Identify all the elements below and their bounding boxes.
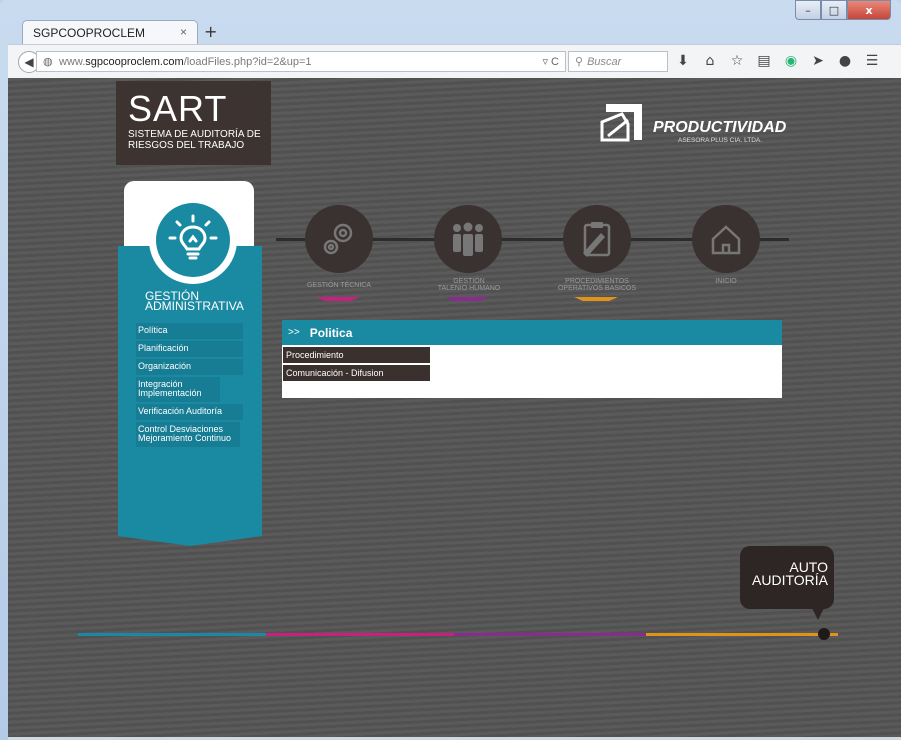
menu-icon[interactable]: ☰ — [865, 53, 879, 69]
gears-icon — [323, 223, 353, 255]
nav-label-line1: GESTIÓN TÉCNICA — [306, 282, 372, 289]
minimize-button[interactable]: – — [795, 0, 821, 20]
sidebar-menu: Política Planificación Organización Inte… — [136, 323, 243, 449]
sidebar-item-integracion[interactable]: Integración Implementación — [136, 377, 220, 402]
sidebar-item-planificacion[interactable]: Planificación — [136, 341, 243, 357]
nav-gestion-tecnica-button[interactable] — [305, 205, 373, 273]
nav-indicator-orange — [574, 297, 618, 301]
panel-arrow: >> — [288, 327, 300, 338]
home-icon[interactable]: ⌂ — [703, 53, 717, 69]
nav-talento-humano-button[interactable] — [434, 205, 502, 273]
page-content: SART SISTEMA DE AUDITORÍA DE RIESGOS DEL… — [8, 78, 901, 737]
people-icon — [453, 222, 483, 256]
bottom-line-purple — [454, 633, 646, 636]
nav-label-gestion-tecnica[interactable]: GESTIÓN TÉCNICA — [294, 282, 384, 289]
lightbulb-icon — [168, 214, 218, 260]
tab-title: SGPCOOPROCLEM — [33, 25, 146, 40]
bottom-line-dot — [818, 628, 830, 640]
sidebar-item-politica[interactable]: Política — [136, 323, 243, 339]
browser-toolbar: ◀ ◍ www. sgpcooproclem.com/loadFiles.php?… — [8, 44, 901, 78]
globe-icon: ◍ — [43, 56, 53, 68]
nav-inicio-button[interactable] — [692, 205, 760, 273]
new-tab-button[interactable]: + — [204, 22, 217, 41]
reload-icon[interactable]: ▿ C — [542, 55, 559, 68]
maximize-button[interactable]: □ — [821, 0, 847, 20]
tab-close-icon[interactable]: × — [180, 25, 187, 39]
download-icon[interactable]: ⬇ — [676, 53, 690, 69]
nav-label-talento-humano[interactable]: GESTIÓN TALENIO HUMANO — [414, 278, 524, 292]
address-bar[interactable]: ◍ www. sgpcooproclem.com/loadFiles.php?id… — [36, 51, 566, 72]
nav-label-line1: INICIO — [715, 278, 737, 285]
search-magnifier-icon: ⚲ — [575, 56, 584, 68]
nav-label-line1: PROCEDIMIENTOS — [565, 278, 629, 285]
nav-indicator-purple — [445, 297, 489, 301]
toolbar-icons: ⬇ ⌂ ☆ ▤ ◉ ➤ ● ☰ — [676, 53, 879, 69]
close-window-button[interactable]: x — [847, 0, 891, 20]
sidebar-item-verificacion[interactable]: Verificación Auditoría — [136, 404, 243, 420]
sidebar-item-control[interactable]: Control Desviaciones Mejoramiento Contin… — [136, 422, 240, 447]
sart-logo[interactable]: SART SISTEMA DE AUDITORÍA DE RIESGOS DEL… — [116, 81, 271, 165]
search-input[interactable]: ⚲ Buscar — [568, 51, 668, 72]
browser-tab[interactable]: SGPCOOPROCLEM × — [22, 20, 198, 44]
bottom-line-orange — [646, 633, 838, 636]
sart-title: SART — [128, 88, 228, 129]
brand-name: PRODUCTIVIDAD — [653, 119, 787, 136]
content-panel: >> Politica Procedimiento Comunicación -… — [282, 320, 782, 398]
panel-title: Politica — [309, 325, 353, 340]
sidebar-title-line2: ADMINISTRATIVA — [145, 299, 244, 313]
auto-speech-tail — [812, 608, 824, 620]
nav-label-line2: TALENIO HUMANO — [437, 285, 501, 292]
panel-item-procedimiento[interactable]: Procedimiento — [283, 347, 430, 363]
extension-icon[interactable]: ◉ — [784, 53, 798, 69]
nav-indicator-magenta — [316, 297, 360, 301]
sart-subtitle-line2: RIESGOS DEL TRABAJO — [128, 140, 245, 151]
bottom-line-teal — [78, 633, 266, 636]
home-icon — [711, 225, 741, 255]
panel-header: >> Politica — [282, 320, 782, 345]
send-icon[interactable]: ➤ — [811, 53, 825, 69]
nav-label-inicio[interactable]: INICIO — [688, 278, 764, 285]
bookmark-star-icon[interactable]: ☆ — [730, 53, 744, 69]
nav-label-procedimientos[interactable]: PROCEDIMIENTOS OPERATIVOS BASICOS — [542, 278, 652, 292]
productividad-logo-icon — [600, 104, 642, 142]
sart-subtitle: SISTEMA DE AUDITORÍA DE RIESGOS DEL TRAB… — [128, 129, 268, 151]
brand-subtitle: ASESORA PLUS CIA. LTDA. — [678, 137, 763, 144]
nav-label-line1: GESTIÓN — [453, 278, 485, 285]
chat-icon[interactable]: ● — [838, 53, 852, 69]
search-placeholder: Buscar — [587, 55, 622, 68]
sidebar-title: GESTIÓN ADMINISTRATIVA — [145, 290, 244, 313]
auto-auditoria-button[interactable]: AUTO AUDITORÍA — [740, 546, 834, 609]
bottom-line-magenta — [266, 633, 454, 636]
window-controls: – □ x — [795, 0, 891, 20]
sart-subtitle-line1: SISTEMA DE AUDITORÍA DE — [128, 129, 261, 140]
url-host: sgpcooproclem.com — [85, 55, 184, 68]
url-prefix: www. — [59, 55, 86, 68]
sidebar-item-organizacion[interactable]: Organización — [136, 359, 243, 375]
panel-item-comunicacion[interactable]: Comunicación - Difusion — [283, 365, 430, 381]
url-path: /loadFiles.php?id=2&up=1 — [183, 55, 312, 68]
clipboard-icon — [583, 222, 611, 257]
auto-line2: AUDITORÍA — [752, 572, 828, 588]
nav-procedimientos-button[interactable] — [563, 205, 631, 273]
reading-list-icon[interactable]: ▤ — [757, 53, 771, 69]
nav-label-line2: OPERATIVOS BASICOS — [557, 285, 637, 292]
